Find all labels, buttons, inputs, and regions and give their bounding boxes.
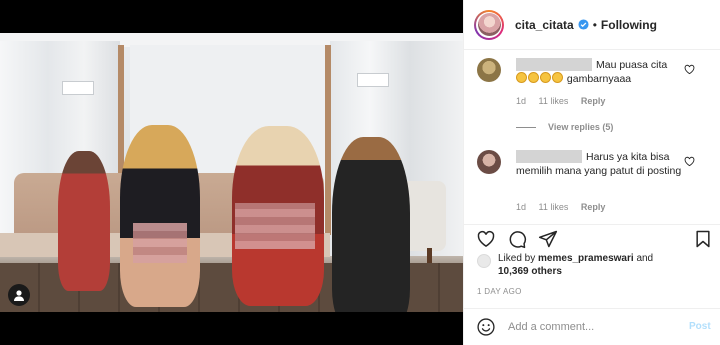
- liker-avatar[interactable]: [477, 254, 491, 268]
- smile-icon[interactable]: [476, 317, 496, 337]
- comment-meta: 1d 11 likes Reply: [516, 202, 615, 212]
- user-tag-icon[interactable]: [8, 284, 30, 306]
- view-replies-button[interactable]: View replies (5): [516, 122, 613, 132]
- redacted-username: [516, 58, 592, 71]
- likes-text: Liked by memes_prameswari and 10,369 oth…: [498, 252, 698, 278]
- post-header: cita_citata • Following: [464, 0, 720, 50]
- censor-blur: [133, 223, 187, 263]
- likes-prefix: Liked by: [498, 253, 536, 264]
- avatar-image: [477, 13, 501, 36]
- photo-pillar: [325, 45, 331, 235]
- likes-others-link[interactable]: 10,369 others: [498, 266, 562, 277]
- reply-button[interactable]: Reply: [581, 202, 606, 212]
- reply-button[interactable]: Reply: [581, 96, 606, 106]
- grin-emoji-icon: [516, 72, 527, 83]
- photo-person: [120, 125, 200, 307]
- comment-time: 1d: [516, 202, 527, 212]
- view-replies-line: [516, 126, 536, 128]
- comment-avatar[interactable]: [477, 58, 501, 82]
- comment-text: Harus ya kita bisa memilih mana yang pat…: [516, 150, 696, 178]
- photo-sign: [357, 73, 389, 87]
- post-side-panel: cita_citata • Following Mau puasa cita g…: [463, 0, 720, 345]
- comment-icon[interactable]: [507, 229, 527, 249]
- comment-text-line2: gambarnyaaa: [566, 73, 632, 85]
- username-link[interactable]: cita_citata: [515, 18, 574, 32]
- censor-blur: [235, 203, 315, 249]
- grin-emoji-icon: [552, 72, 563, 83]
- heart-icon[interactable]: [476, 229, 496, 249]
- redacted-username: [516, 150, 582, 163]
- verified-icon: [578, 19, 589, 30]
- grin-emoji-icon: [528, 72, 539, 83]
- post-modal: cita_citata • Following Mau puasa cita g…: [0, 0, 720, 345]
- post-photo[interactable]: [0, 33, 463, 312]
- post-media: [0, 0, 463, 345]
- following-button[interactable]: Following: [601, 18, 657, 32]
- share-icon[interactable]: [538, 229, 558, 249]
- user-tag-glyph: [14, 290, 24, 301]
- comments-list[interactable]: Mau puasa cita gambarnyaaa 1d 11 likes R…: [464, 50, 720, 225]
- header-separator: •: [592, 17, 597, 32]
- comment-meta: 1d 11 likes Reply: [516, 96, 615, 106]
- grin-emoji-icon: [540, 72, 551, 83]
- comment-item: Harus ya kita bisa memilih mana yang pat…: [477, 150, 717, 220]
- view-replies-label: View replies (5): [548, 122, 614, 132]
- liker-username[interactable]: memes_prameswari: [538, 253, 634, 264]
- comment-text-line1: Mau puasa cita: [596, 59, 668, 71]
- comment-item: Mau puasa cita gambarnyaaa 1d 11 likes R…: [477, 58, 717, 138]
- comment-like-icon[interactable]: [684, 64, 695, 75]
- comment-likes[interactable]: 11 likes: [539, 96, 569, 106]
- post-button[interactable]: Post: [689, 321, 711, 332]
- comment-like-icon[interactable]: [684, 156, 695, 167]
- comment-likes[interactable]: 11 likes: [539, 202, 569, 212]
- add-comment-bar: Post: [464, 308, 720, 345]
- bookmark-icon[interactable]: [693, 229, 713, 249]
- comment-time: 1d: [516, 96, 527, 106]
- avatar[interactable]: [474, 9, 504, 40]
- photo-person: [332, 137, 410, 312]
- comment-avatar[interactable]: [477, 150, 501, 174]
- comment-text: Mau puasa cita gambarnyaaa: [516, 58, 696, 86]
- post-timestamp[interactable]: 1 DAY AGO: [477, 287, 522, 296]
- comment-input[interactable]: [508, 319, 678, 335]
- avatar-inner: [476, 11, 502, 38]
- post-actions: [464, 224, 720, 250]
- likes-and: and: [636, 253, 654, 264]
- photo-sign: [62, 81, 94, 95]
- photo-person: [58, 151, 110, 291]
